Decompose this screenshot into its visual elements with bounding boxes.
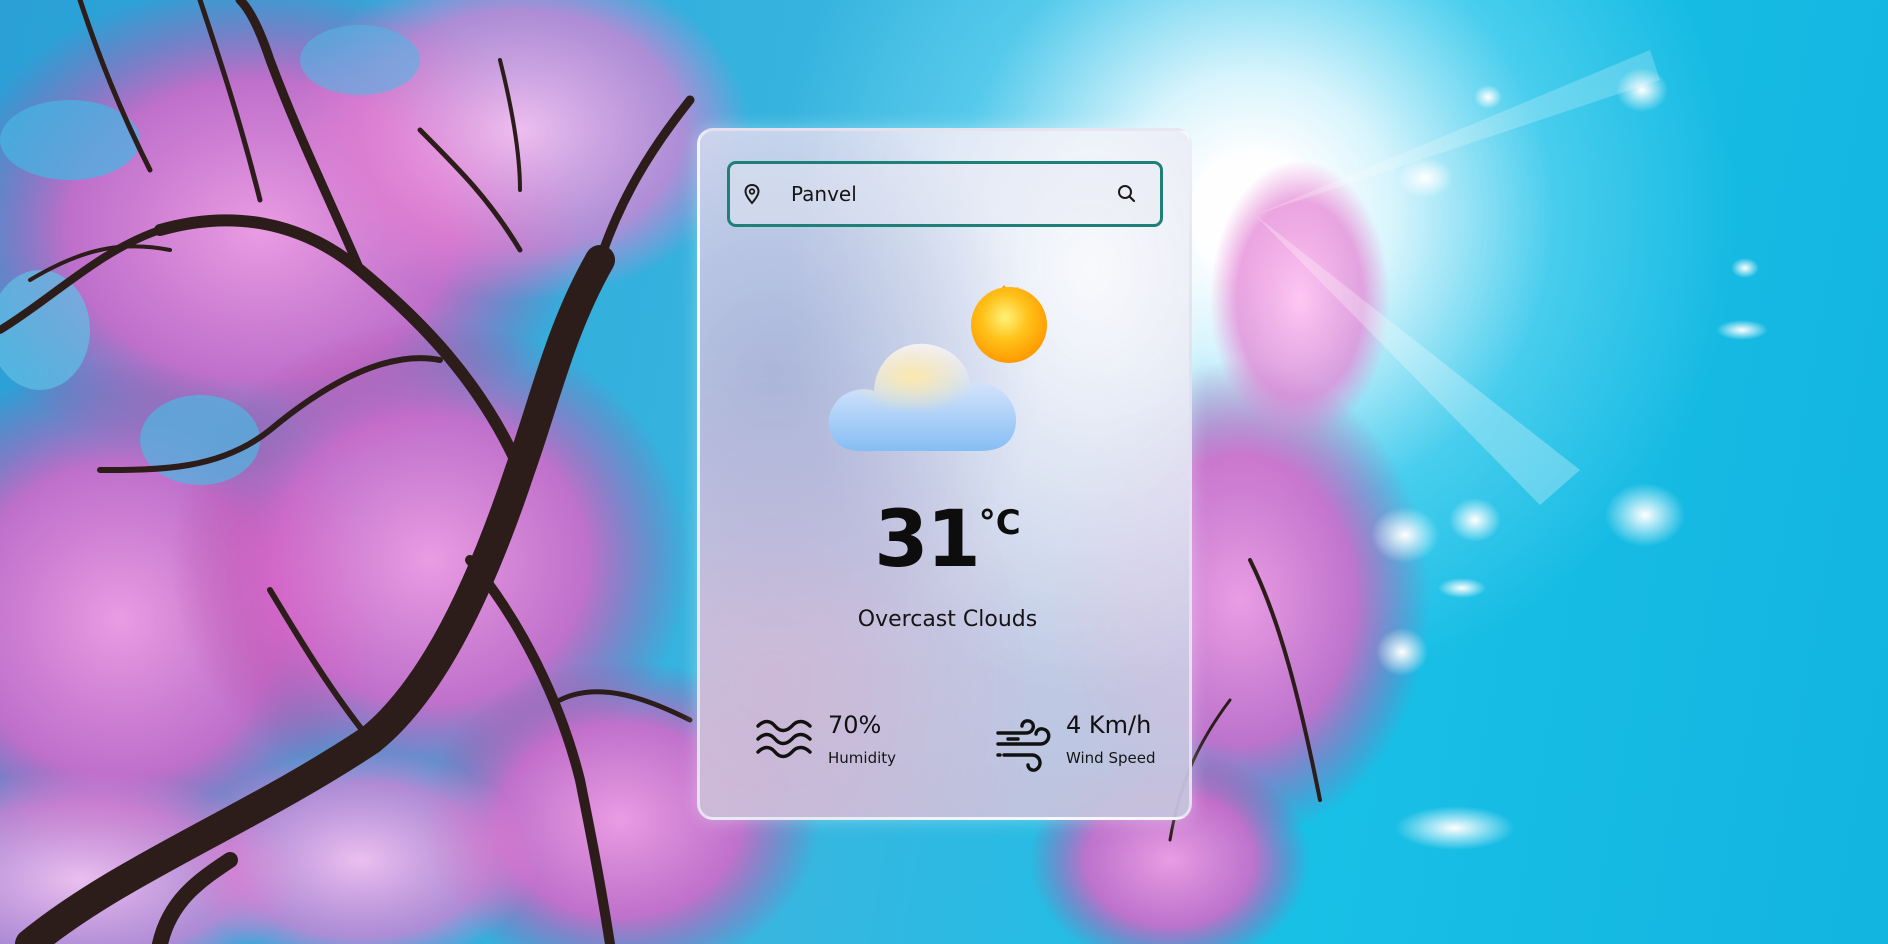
temperature-display: 31°C <box>700 501 1195 579</box>
water-waves-icon <box>756 719 812 759</box>
weather-description: Overcast Clouds <box>857 607 1038 632</box>
wind-speed-label: Wind Speed <box>1066 749 1156 767</box>
wind-icon <box>996 719 1051 772</box>
search-icon[interactable] <box>1113 180 1141 208</box>
search-box <box>727 161 1163 227</box>
sun-behind-cloud-icon <box>828 285 1047 451</box>
humidity-stat: 70% Humidity <box>756 711 956 771</box>
humidity-label: Humidity <box>828 749 897 767</box>
location-pin-icon <box>744 183 760 205</box>
wind-speed-value: 4 Km/h <box>1066 711 1152 739</box>
weather-card: 31°C Overcast Clouds 70% Humidity 4 Km/h… <box>697 128 1192 820</box>
search-input[interactable] <box>791 177 1091 211</box>
temperature-value: 31 <box>874 495 981 585</box>
humidity-value: 70% <box>828 711 882 739</box>
temperature-unit: °C <box>978 503 1021 543</box>
wind-stat: 4 Km/h Wind Speed <box>996 711 1196 772</box>
